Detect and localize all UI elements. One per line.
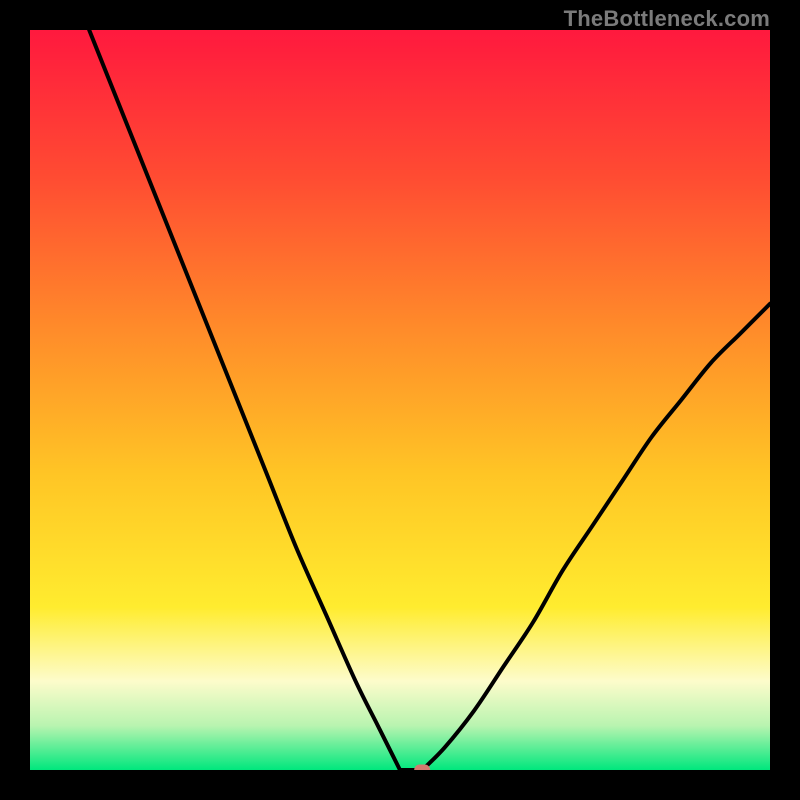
bottleneck-chart <box>30 30 770 770</box>
chart-frame: TheBottleneck.com <box>0 0 800 800</box>
chart-background <box>30 30 770 770</box>
watermark-text: TheBottleneck.com <box>564 6 770 32</box>
